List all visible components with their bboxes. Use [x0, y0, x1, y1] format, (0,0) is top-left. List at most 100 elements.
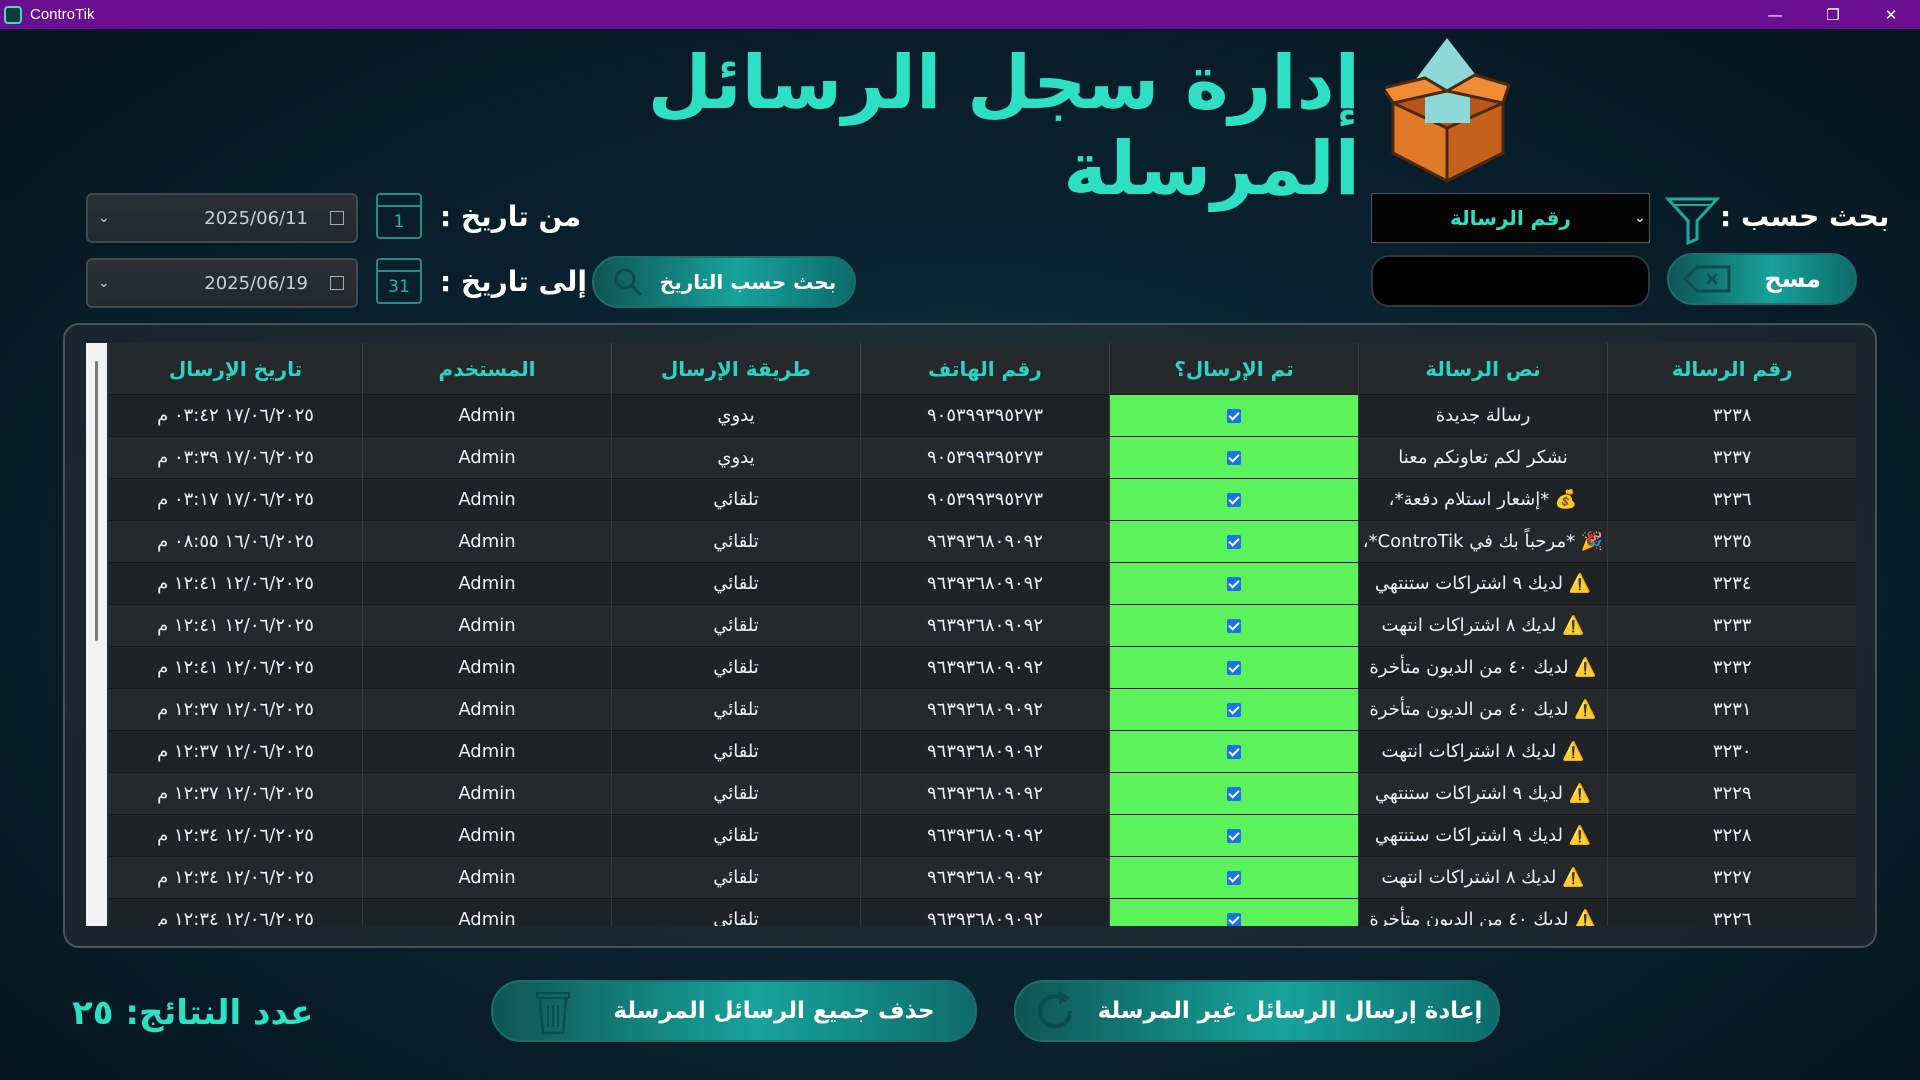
refresh-icon [1037, 991, 1072, 1029]
sent-cell[interactable] [1109, 562, 1359, 605]
sent-cell[interactable] [1109, 772, 1359, 815]
vertical-scrollbar[interactable] [86, 343, 107, 926]
column-header[interactable]: تم الإرسال؟ [1109, 343, 1359, 395]
cell-phone: ٩٦٣٩٣٦٨٠٩٠٩٢ [860, 772, 1110, 815]
table-row[interactable]: ٣٢٢٨ ⚠️ لديك ٩ اشتراكات ستنتهي ٩٦٣٩٣٦٨٠٩٠٩… [108, 814, 1856, 857]
cell-id: ٣٢٣٦ [1607, 478, 1856, 521]
cell-phone: ٩٦٣٩٣٦٨٠٩٠٩٢ [860, 562, 1110, 605]
cell-date: ١٧/٠٦/٢٠٢٥ ٠٣:٣٩ م [108, 436, 363, 479]
sent-cell[interactable] [1109, 856, 1359, 899]
resend-unsent-button[interactable]: إعادة إرسال الرسائل غير المرسلة [1014, 980, 1500, 1042]
cell-text: نشكر لكم تعاونكم معنا [1358, 436, 1608, 479]
cell-text: 💰 *إشعار استلام دفعة*، [1358, 478, 1608, 521]
cell-method: يدوي [611, 436, 861, 479]
sent-cell[interactable] [1109, 898, 1359, 926]
cell-date: ١٧/٠٦/٢٠٢٥ ٠٣:١٧ م [108, 478, 363, 521]
table-row[interactable]: ٣٢٣٨ رسالة جديدة ٩٠٥٣٩٩٣٩٥٢٧٣ يدوي Admin ١٧/٠… [108, 394, 1856, 437]
sent-cell[interactable] [1109, 436, 1359, 479]
sent-checkbox[interactable] [1227, 871, 1241, 885]
table-row[interactable]: ٣٢٣٣ ⚠️ لديك ٨ اشتراكات انتهت ٩٦٣٩٣٦٨٠٩٠٩٢… [108, 604, 1856, 647]
cell-phone: ٩٠٥٣٩٩٣٩٥٢٧٣ [860, 436, 1110, 479]
table-row[interactable]: ٣٢٣٦ 💰 *إشعار استلام دفعة*، ٩٠٥٣٩٩٣٩٥٢٧٣ تل… [108, 478, 1856, 521]
cell-date: ١٢/٠٦/٢٠٢٥ ١٢:٣٧ م [108, 688, 363, 731]
sent-checkbox[interactable] [1227, 577, 1241, 591]
sent-cell[interactable] [1109, 478, 1359, 521]
clear-button[interactable]: مسح [1667, 253, 1857, 305]
sent-checkbox[interactable] [1227, 661, 1241, 675]
scrollbar-thumb[interactable] [95, 361, 98, 641]
table-row[interactable]: ٣٢٣٠ ⚠️ لديك ٨ اشتراكات انتهت ٩٦٣٩٣٦٨٠٩٠٩٢… [108, 730, 1856, 773]
sent-cell[interactable] [1109, 604, 1359, 647]
sent-cell[interactable] [1109, 520, 1359, 563]
cell-phone: ٩٦٣٩٣٦٨٠٩٠٩٢ [860, 730, 1110, 773]
cell-phone: ٩٦٣٩٣٦٨٠٩٠٩٢ [860, 898, 1110, 926]
sent-cell[interactable] [1109, 646, 1359, 689]
cell-phone: ٩٦٣٩٣٦٨٠٩٠٩٢ [860, 646, 1110, 689]
sent-checkbox[interactable] [1227, 619, 1241, 633]
column-header[interactable]: المستخدم [362, 343, 612, 395]
from-date-label: من تاريخ : [440, 200, 582, 233]
search-field-select[interactable]: رقم الرسالة ⌄ [1371, 193, 1650, 243]
column-header[interactable]: رقم الرسالة [1607, 343, 1856, 395]
sent-checkbox[interactable] [1227, 535, 1241, 549]
to-date-picker[interactable]: ⌄ 2025/06/19 [86, 258, 358, 308]
cell-user: Admin [362, 688, 612, 731]
sent-checkbox[interactable] [1227, 829, 1241, 843]
delete-all-button[interactable]: حذف جميع الرسائل المرسلة [491, 980, 977, 1042]
table-row[interactable]: ٣٢٢٧ ⚠️ لديك ٨ اشتراكات انتهت ٩٦٣٩٣٦٨٠٩٠٩٢… [108, 856, 1856, 899]
column-header[interactable]: نص الرسالة [1358, 343, 1608, 395]
cell-method: تلقائي [611, 856, 861, 899]
cell-id: ٣٢٣٥ [1607, 520, 1856, 563]
cell-id: ٣٢٢٧ [1607, 856, 1856, 899]
cell-method: تلقائي [611, 772, 861, 815]
sent-checkbox[interactable] [1227, 745, 1241, 759]
search-input[interactable] [1371, 255, 1650, 307]
maximize-button[interactable]: ❐ [1804, 0, 1862, 29]
sent-cell[interactable] [1109, 730, 1359, 773]
from-date-picker[interactable]: ⌄ 2025/06/11 [86, 193, 358, 243]
cell-method: يدوي [611, 394, 861, 437]
date-search-button[interactable]: بحث حسب التاريخ [592, 256, 856, 308]
table-row[interactable]: ٣٢٣٤ ⚠️ لديك ٩ اشتراكات ستنتهي ٩٦٣٩٣٦٨٠٩٠٩… [108, 562, 1856, 605]
search-by-label: بحث حسب : [1720, 200, 1890, 233]
column-header[interactable]: تاريخ الإرسال [108, 343, 363, 395]
cell-phone: ٩٦٣٩٣٦٨٠٩٠٩٢ [860, 814, 1110, 857]
cell-id: ٣٢٢٨ [1607, 814, 1856, 857]
close-button[interactable]: ✕ [1862, 0, 1920, 29]
cell-text: ⚠️ لديك ٩ اشتراكات ستنتهي [1358, 772, 1608, 815]
table-row[interactable]: ٣٢٣١ ⚠️ لديك ٤٠ من الديون متأخرة ٩٦٣٩٣٦٨٠٩… [108, 688, 1856, 731]
cell-method: تلقائي [611, 814, 861, 857]
cell-method: تلقائي [611, 646, 861, 689]
search-icon [614, 268, 642, 297]
sent-checkbox[interactable] [1227, 787, 1241, 801]
minimize-button[interactable]: — [1746, 0, 1804, 29]
cell-text: ⚠️ لديك ٤٠ من الديون متأخرة [1358, 688, 1608, 731]
column-header[interactable]: رقم الهاتف [860, 343, 1110, 395]
cell-user: Admin [362, 772, 612, 815]
table-row[interactable]: ٣٢٣٧ نشكر لكم تعاونكم معنا ٩٠٥٣٩٩٣٩٥٢٧٣ يدو… [108, 436, 1856, 479]
sent-checkbox[interactable] [1227, 409, 1241, 423]
table-row[interactable]: ٣٢٢٩ ⚠️ لديك ٩ اشتراكات ستنتهي ٩٦٣٩٣٦٨٠٩٠٩… [108, 772, 1856, 815]
table-row[interactable]: ٣٢٣٥ 🎉 *مرحباً بك في ControTik*، ٩٦٣٩٣٦٨٠٩… [108, 520, 1856, 563]
sent-checkbox[interactable] [1227, 451, 1241, 465]
cell-phone: ٩٠٥٣٩٩٣٩٥٢٧٣ [860, 394, 1110, 437]
sent-cell[interactable] [1109, 688, 1359, 731]
chevron-down-icon: ⌄ [98, 210, 110, 226]
sent-checkbox[interactable] [1227, 703, 1241, 717]
cell-method: تلقائي [611, 688, 861, 731]
sent-checkbox[interactable] [1227, 493, 1241, 507]
sent-cell[interactable] [1109, 394, 1359, 437]
cell-user: Admin [362, 730, 612, 773]
backspace-icon [1683, 265, 1731, 293]
cell-text: ⚠️ لديك ٩ اشتراكات ستنتهي [1358, 814, 1608, 857]
calendar-icon: 1 [376, 193, 422, 239]
calendar-small-icon [330, 276, 344, 290]
column-header[interactable]: طريقة الإرسال [611, 343, 861, 395]
table-row[interactable]: ٣٢٢٦ ⚠️ لديك ٤٠ من الديون متأخرة ٩٦٣٩٣٦٨٠٩… [108, 898, 1856, 926]
cell-method: تلقائي [611, 730, 861, 773]
table-row[interactable]: ٣٢٣٢ ⚠️ لديك ٤٠ من الديون متأخرة ٩٦٣٩٣٦٨٠٩… [108, 646, 1856, 689]
cell-date: ١٢/٠٦/٢٠٢٥ ١٢:٣٧ م [108, 772, 363, 815]
cell-method: تلقائي [611, 604, 861, 647]
sent-checkbox[interactable] [1227, 913, 1241, 926]
sent-cell[interactable] [1109, 814, 1359, 857]
